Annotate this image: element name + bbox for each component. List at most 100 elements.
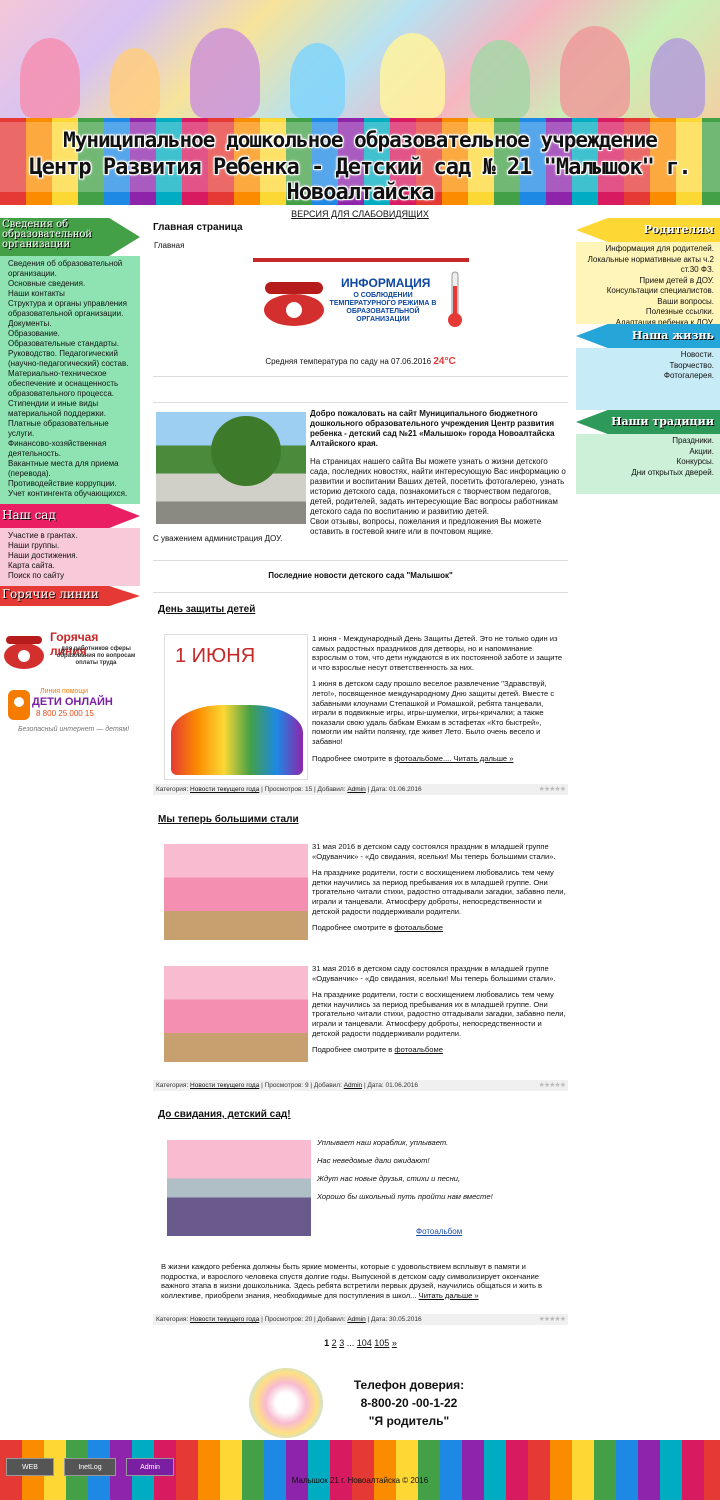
page-link[interactable]: 104 xyxy=(357,1338,372,1348)
poem-line: Нас неведомые дали ожидают! xyxy=(317,1156,430,1165)
temperature-label: Средняя температура по саду на 07.06.201… xyxy=(265,357,432,366)
inetlog-counter-badge[interactable]: InetLog xyxy=(64,1458,116,1476)
menu-item[interactable]: Карта сайта. xyxy=(4,561,136,571)
site-title-line-2: Центр Развития Ребенка - Детский сад № 2… xyxy=(29,155,691,205)
news-body: 1 июня - Международный День Защиты Детей… xyxy=(312,634,567,770)
menu-item[interactable]: Материально-техническое обеспечение и ос… xyxy=(4,369,136,399)
menu-item[interactable]: Праздники. xyxy=(582,436,714,447)
meta-label: Категория: xyxy=(156,1316,189,1323)
temperature-info-banner[interactable]: ИНФОРМАЦИЯ О СОБЛЮДЕНИИ ТЕМПЕРАТУРНОГО Р… xyxy=(253,258,469,330)
trust-phone-text: Телефон доверия: 8-800-20 -00-1-22 "Я ро… xyxy=(339,1376,479,1430)
web-counter-badge[interactable]: WEB xyxy=(6,1458,54,1476)
category-link[interactable]: Новости текущего года xyxy=(190,786,259,793)
temperature-line: Средняя температура по саду на 07.06.201… xyxy=(153,356,568,367)
meta-date: | Дата: 30.05.2016 xyxy=(367,1316,422,1323)
author-link[interactable]: Admin xyxy=(347,786,365,793)
menu-item[interactable]: Структура и органы управления образовате… xyxy=(4,299,136,319)
page-link[interactable]: 2 xyxy=(332,1338,337,1348)
breadcrumb[interactable]: Главная xyxy=(154,241,184,250)
welcome-heading: Добро пожаловать на сайт Муниципального … xyxy=(310,409,555,448)
menu-item[interactable]: Образование. xyxy=(4,329,136,339)
photo-album-link[interactable]: фотоальбоме xyxy=(394,923,443,932)
kids-line-name: ДЕТИ ОНЛАЙН xyxy=(32,696,113,708)
sidebar-header-label: Наш сад xyxy=(2,508,56,522)
admin-badge[interactable]: Admin xyxy=(126,1458,174,1476)
read-more-link[interactable]: Читать дальше » xyxy=(419,1291,479,1300)
news-title-link[interactable]: День защиты детей xyxy=(158,604,255,615)
menu-item[interactable]: Локальные нормативные акты ч.2 ст.30 ФЗ. xyxy=(582,255,714,276)
menu-item[interactable]: Ваши вопросы. xyxy=(582,297,714,308)
kids-line-slogan: Безопасный интернет — детям! xyxy=(18,726,130,733)
menu-item[interactable]: Участие в грантах. xyxy=(4,531,136,541)
menu-item[interactable]: Руководство. Педагогический (научно-педа… xyxy=(4,349,136,369)
menu-item[interactable]: Платные образовательные услуги. xyxy=(4,419,136,439)
more-prefix: Подробнее смотрите в xyxy=(312,923,393,933)
menu-item[interactable]: Фотогалерея. xyxy=(582,371,714,382)
page-link[interactable]: 105 xyxy=(374,1338,389,1348)
sidebar-header-organization: Сведения об образовательной организации xyxy=(0,218,140,256)
left-sidebar: Сведения об образовательной организации … xyxy=(0,218,140,733)
news-paragraph: 31 мая 2016 в детском саду состоялся пра… xyxy=(312,964,556,983)
trust-phone-banner[interactable]: Телефон доверия: 8-800-20 -00-1-22 "Я ро… xyxy=(249,1368,479,1440)
menu-item[interactable]: Противодействие коррупции. xyxy=(4,479,136,489)
category-link[interactable]: Новости текущего года xyxy=(190,1082,259,1089)
menu-item[interactable]: Стипендии и иные виды материальной подде… xyxy=(4,399,136,419)
news-title-link[interactable]: До свидания, детский сад! xyxy=(158,1109,291,1120)
menu-item[interactable]: Документы. xyxy=(4,319,136,329)
sidebar-header-label: Родителям xyxy=(643,223,714,236)
page-current: 1 xyxy=(324,1338,330,1348)
author-link[interactable]: Admin xyxy=(344,1082,362,1089)
rating-stars[interactable]: ★★★★★ xyxy=(539,1316,566,1323)
photo-album-link[interactable]: фотоальбоме xyxy=(394,1045,443,1054)
thermometer-icon xyxy=(448,271,462,327)
menu-item[interactable]: Творчество. xyxy=(582,361,714,372)
more-prefix: Подробнее смотрите в xyxy=(312,1045,393,1055)
next-page-link[interactable]: » xyxy=(392,1338,397,1348)
menu-item[interactable]: Поиск по сайту xyxy=(4,571,136,581)
sidebar-header-parents: Родителям xyxy=(576,218,720,242)
author-link[interactable]: Admin xyxy=(347,1316,365,1323)
menu-item[interactable]: Дни открытых дверей. xyxy=(582,468,714,479)
hotline-banner[interactable]: Горячая линия для работников сферы образ… xyxy=(2,628,138,674)
menu-item[interactable]: Вакантные места для приема (перевода). xyxy=(4,459,136,479)
category-link[interactable]: Новости текущего года xyxy=(190,1316,259,1323)
temperature-banner-title: ИНФОРМАЦИЯ xyxy=(341,276,431,290)
sidebar-header-label: Сведения об образовательной организации xyxy=(2,219,93,250)
menu-item[interactable]: Финансово-хозяйственная деятельность. xyxy=(4,439,136,459)
news-body: 31 мая 2016 в детском саду состоялся пра… xyxy=(312,842,567,940)
meta-label: Категория: xyxy=(156,786,189,793)
menu-item[interactable]: Информация для родителей. xyxy=(582,244,714,255)
news-paragraph: 1 июня - Международный День Защиты Детей… xyxy=(312,634,563,672)
hotline-subtitle: для работников сферы образования по вопр… xyxy=(56,646,136,666)
kids-online-banner[interactable]: Линия помощи ДЕТИ ОНЛАЙН 8 800 25 000 15… xyxy=(2,688,138,748)
poem-line: Ждут нас новые друзья, стихи и песни, xyxy=(317,1174,461,1183)
more-prefix: Подробнее смотрите в xyxy=(312,753,393,763)
menu-item[interactable]: Новости. xyxy=(582,350,714,361)
menu-item[interactable]: Основные сведения. xyxy=(4,279,136,289)
news-title-link[interactable]: Мы теперь большими стали xyxy=(158,814,299,825)
menu-item[interactable]: Сведения об образовательной организации. xyxy=(4,259,136,279)
menu-item[interactable]: Учет контингента обучающихся. xyxy=(4,489,136,499)
rating-stars[interactable]: ★★★★★ xyxy=(539,1082,566,1089)
pagination: 1 2 3 ... 104 105 » xyxy=(153,1338,568,1348)
copyright: Малышок 21 г. Новоалтайска © 2016 xyxy=(291,1476,429,1485)
page-link[interactable]: 3 xyxy=(339,1338,344,1348)
menu-item[interactable]: Консультации специалистов. xyxy=(582,286,714,297)
menu-item[interactable]: Полезные ссылки. xyxy=(582,307,714,318)
image-caption: 1 ИЮНЯ xyxy=(175,645,256,667)
welcome-paragraph: Свои отзывы, вопросы, пожелания и предло… xyxy=(310,517,542,536)
rating-stars[interactable]: ★★★★★ xyxy=(539,786,566,793)
menu-item[interactable]: Акции. xyxy=(582,447,714,458)
menu-item[interactable]: Наши группы. xyxy=(4,541,136,551)
read-more-link[interactable]: фотоальбоме.... Читать дальше » xyxy=(394,754,513,763)
menu-item[interactable]: Прием детей в ДОУ. xyxy=(582,276,714,287)
menu-item[interactable]: Наши контакты xyxy=(4,289,136,299)
news-paragraph: 31 мая 2016 в детском саду состоялся пра… xyxy=(312,842,556,861)
menu-item[interactable]: Конкурсы. xyxy=(582,457,714,468)
meta-date: | Дата: 01.06.2016 xyxy=(363,1082,418,1089)
phone-help-icon xyxy=(8,690,30,720)
photo-album-link[interactable]: Фотоальбом xyxy=(416,1227,462,1236)
menu-item[interactable]: Наши достижения. xyxy=(4,551,136,561)
sidebar-header-label: Наши традиции xyxy=(611,415,714,428)
menu-item[interactable]: Образовательные стандарты. xyxy=(4,339,136,349)
